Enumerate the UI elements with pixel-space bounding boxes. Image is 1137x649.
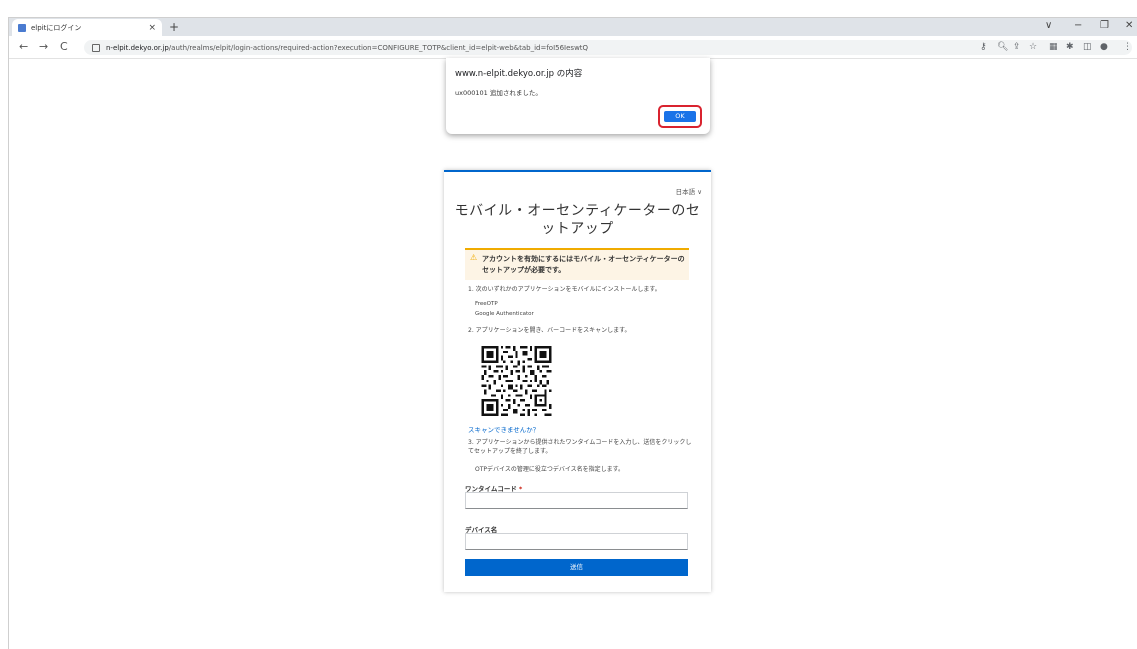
zoom-icon[interactable]: 🔍︎ <box>997 42 1008 52</box>
close-window-button[interactable]: ✕ <box>1125 20 1133 32</box>
step-2-text: 2. アプリケーションを開き、バーコードをスキャンします。 <box>468 327 631 334</box>
frame-left <box>8 18 9 649</box>
otp-setup-card: 日本語 ∨ モバイル・オーセンティケーターのセ ットアップ ⚠ アカウントを有効… <box>444 170 711 592</box>
sidepanel-icon[interactable]: ◫ <box>1083 42 1092 52</box>
site-favicon-icon <box>18 23 26 32</box>
page-title: モバイル・オーセンティケーターのセ ットアップ <box>454 203 701 237</box>
dialog-message: ux000101 追加されました。 <box>455 89 542 97</box>
url-text: n-elpit.dekyo.or.jp/auth/realms/elpit/lo… <box>106 43 589 52</box>
puzzle-icon[interactable]: ✱ <box>1066 42 1074 52</box>
reload-icon[interactable]: C <box>60 40 68 54</box>
share-icon[interactable]: ⇪ <box>1013 42 1021 52</box>
ok-highlight-box: OK <box>658 105 702 128</box>
browser-tab[interactable]: elpitにログイン × <box>12 19 162 36</box>
otp-input[interactable] <box>465 492 688 509</box>
warning-text: アカウントを有効にするにはモバイル・オーセンティケーターのセットアップが必要です… <box>482 255 685 274</box>
star-icon[interactable]: ☆ <box>1029 42 1037 52</box>
profile-icon[interactable]: ● <box>1100 42 1108 52</box>
extension-icon[interactable]: ▦ <box>1049 42 1058 52</box>
ok-button[interactable]: OK <box>664 111 696 122</box>
tab-title: elpitにログイン <box>31 23 82 32</box>
qr-code-image <box>481 346 552 416</box>
alert-dialog: www.n-elpit.dekyo.or.jp の内容 ux000101 追加さ… <box>446 58 710 134</box>
key-icon[interactable]: ⚷ <box>980 42 987 52</box>
tab-search-icon[interactable]: ∨ <box>1045 20 1052 32</box>
language-selector[interactable]: 日本語 ∨ <box>676 186 702 196</box>
step-1-text: 1. 次のいずれかのアプリケーションをモバイルにインストールします。 <box>468 286 661 293</box>
device-name-input[interactable] <box>465 533 688 550</box>
step-3-text: 3. アプリケーションから提供されたワンタイムコードを入力し、送信をクリックして… <box>468 439 692 455</box>
forward-arrow-icon[interactable]: → <box>39 40 48 54</box>
back-arrow-icon[interactable]: ← <box>19 40 28 54</box>
maximize-button[interactable]: ❐ <box>1100 20 1109 32</box>
new-tab-button[interactable]: + <box>169 20 179 34</box>
app-google-authenticator: Google Authenticator <box>475 311 534 317</box>
menu-icon[interactable]: ⋮ <box>1123 42 1132 52</box>
minimize-button[interactable]: − <box>1074 20 1082 32</box>
lock-icon <box>92 43 100 52</box>
dialog-title: www.n-elpit.dekyo.or.jp の内容 <box>455 69 583 79</box>
app-freeotp: FreeOTP <box>475 301 498 307</box>
cannot-scan-link[interactable]: スキャンできませんか？ <box>468 424 539 434</box>
tab-close-icon[interactable]: × <box>148 23 156 33</box>
warning-alert: ⚠ アカウントを有効にするにはモバイル・オーセンティケーターのセットアップが必要… <box>465 248 689 280</box>
device-hint-text: OTPデバイスの管理に役立つデバイス名を指定します。 <box>475 466 625 473</box>
warning-icon: ⚠ <box>470 253 478 262</box>
address-bar[interactable]: n-elpit.dekyo.or.jp/auth/realms/elpit/lo… <box>84 40 1132 55</box>
submit-button[interactable]: 送信 <box>465 559 688 576</box>
